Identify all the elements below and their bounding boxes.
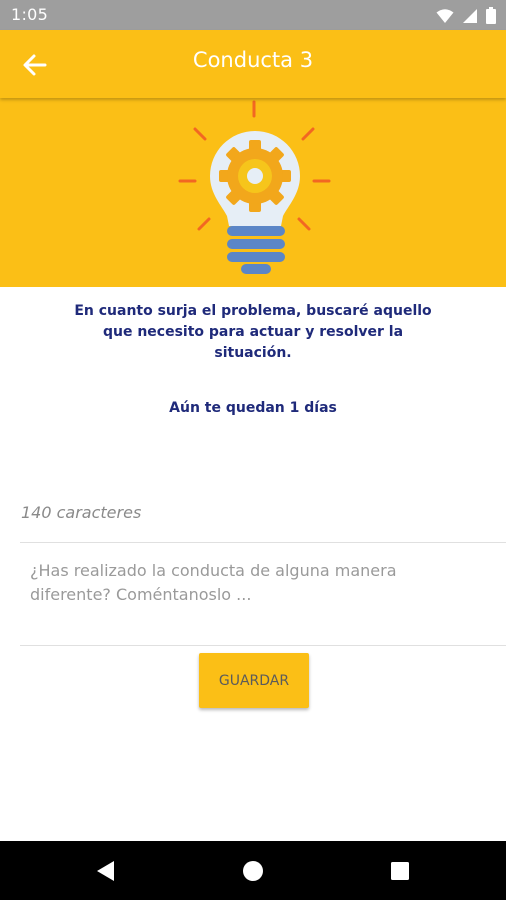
comment-input[interactable] bbox=[30, 559, 470, 619]
status-time: 1:05 bbox=[11, 5, 49, 24]
signal-icon bbox=[463, 8, 477, 23]
wifi-icon bbox=[436, 8, 454, 23]
nav-recents-button[interactable] bbox=[387, 858, 413, 884]
save-button[interactable]: GUARDAR bbox=[199, 653, 309, 708]
battery-icon bbox=[486, 7, 496, 24]
back-triangle-icon bbox=[97, 861, 114, 881]
hero-banner bbox=[0, 98, 506, 287]
app-bar: Conducta 3 bbox=[0, 30, 506, 98]
nav-back-button[interactable] bbox=[93, 858, 119, 884]
home-circle-icon bbox=[243, 861, 263, 881]
behavior-description: En cuanto surja el problema, buscaré aqu… bbox=[74, 303, 432, 361]
divider-bottom bbox=[20, 645, 506, 646]
page-title: Conducta 3 bbox=[192, 48, 314, 72]
char-counter: 140 caracteres bbox=[21, 503, 142, 522]
recents-square-icon bbox=[391, 862, 409, 880]
remaining-days: Aún te quedan 1 días bbox=[169, 400, 337, 416]
status-icons bbox=[436, 7, 496, 24]
divider-top bbox=[20, 542, 506, 543]
lightbulb-gear-icon bbox=[178, 100, 331, 274]
navigation-bar bbox=[0, 841, 506, 900]
nav-home-button[interactable] bbox=[240, 858, 266, 884]
status-bar: 1:05 bbox=[0, 0, 506, 30]
